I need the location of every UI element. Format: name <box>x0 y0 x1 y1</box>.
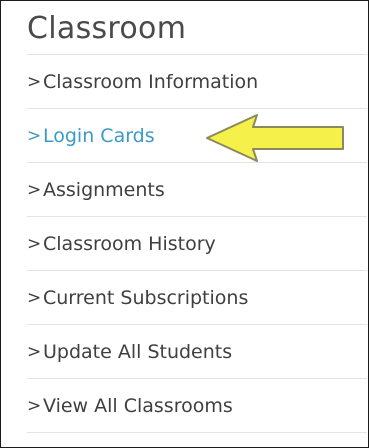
menu-item-classroom-history[interactable]: > Classroom History <box>27 217 367 271</box>
chevron-right-icon: > <box>27 179 42 200</box>
chevron-right-icon: > <box>27 71 42 92</box>
chevron-right-icon: > <box>27 287 42 308</box>
arrow-shape <box>206 114 344 162</box>
chevron-right-icon: > <box>27 125 42 146</box>
menu-item-view-all-classrooms[interactable]: > View All Classrooms <box>27 379 367 433</box>
panel-title: Classroom <box>27 11 187 46</box>
menu-item-label: View All Classrooms <box>43 394 233 417</box>
classroom-panel: Classroom > Classroom Information > Logi… <box>0 0 369 448</box>
menu-item-label: Update All Students <box>43 340 233 363</box>
menu-item-assignments[interactable]: > Assignments <box>27 163 367 217</box>
menu-item-label: Current Subscriptions <box>43 286 249 309</box>
menu-item-current-subscriptions[interactable]: > Current Subscriptions <box>27 271 367 325</box>
menu-item-label: Login Cards <box>43 124 155 147</box>
chevron-right-icon: > <box>27 341 42 362</box>
yellow-left-arrow-icon <box>206 114 344 162</box>
chevron-right-icon: > <box>27 233 42 254</box>
menu-item-update-all-students[interactable]: > Update All Students <box>27 325 367 379</box>
menu-item-label: Classroom Information <box>43 70 259 93</box>
menu-item-label: Classroom History <box>43 232 216 255</box>
menu-item-classroom-information[interactable]: > Classroom Information <box>27 55 367 109</box>
chevron-right-icon: > <box>27 395 42 416</box>
menu-item-label: Assignments <box>43 178 165 201</box>
